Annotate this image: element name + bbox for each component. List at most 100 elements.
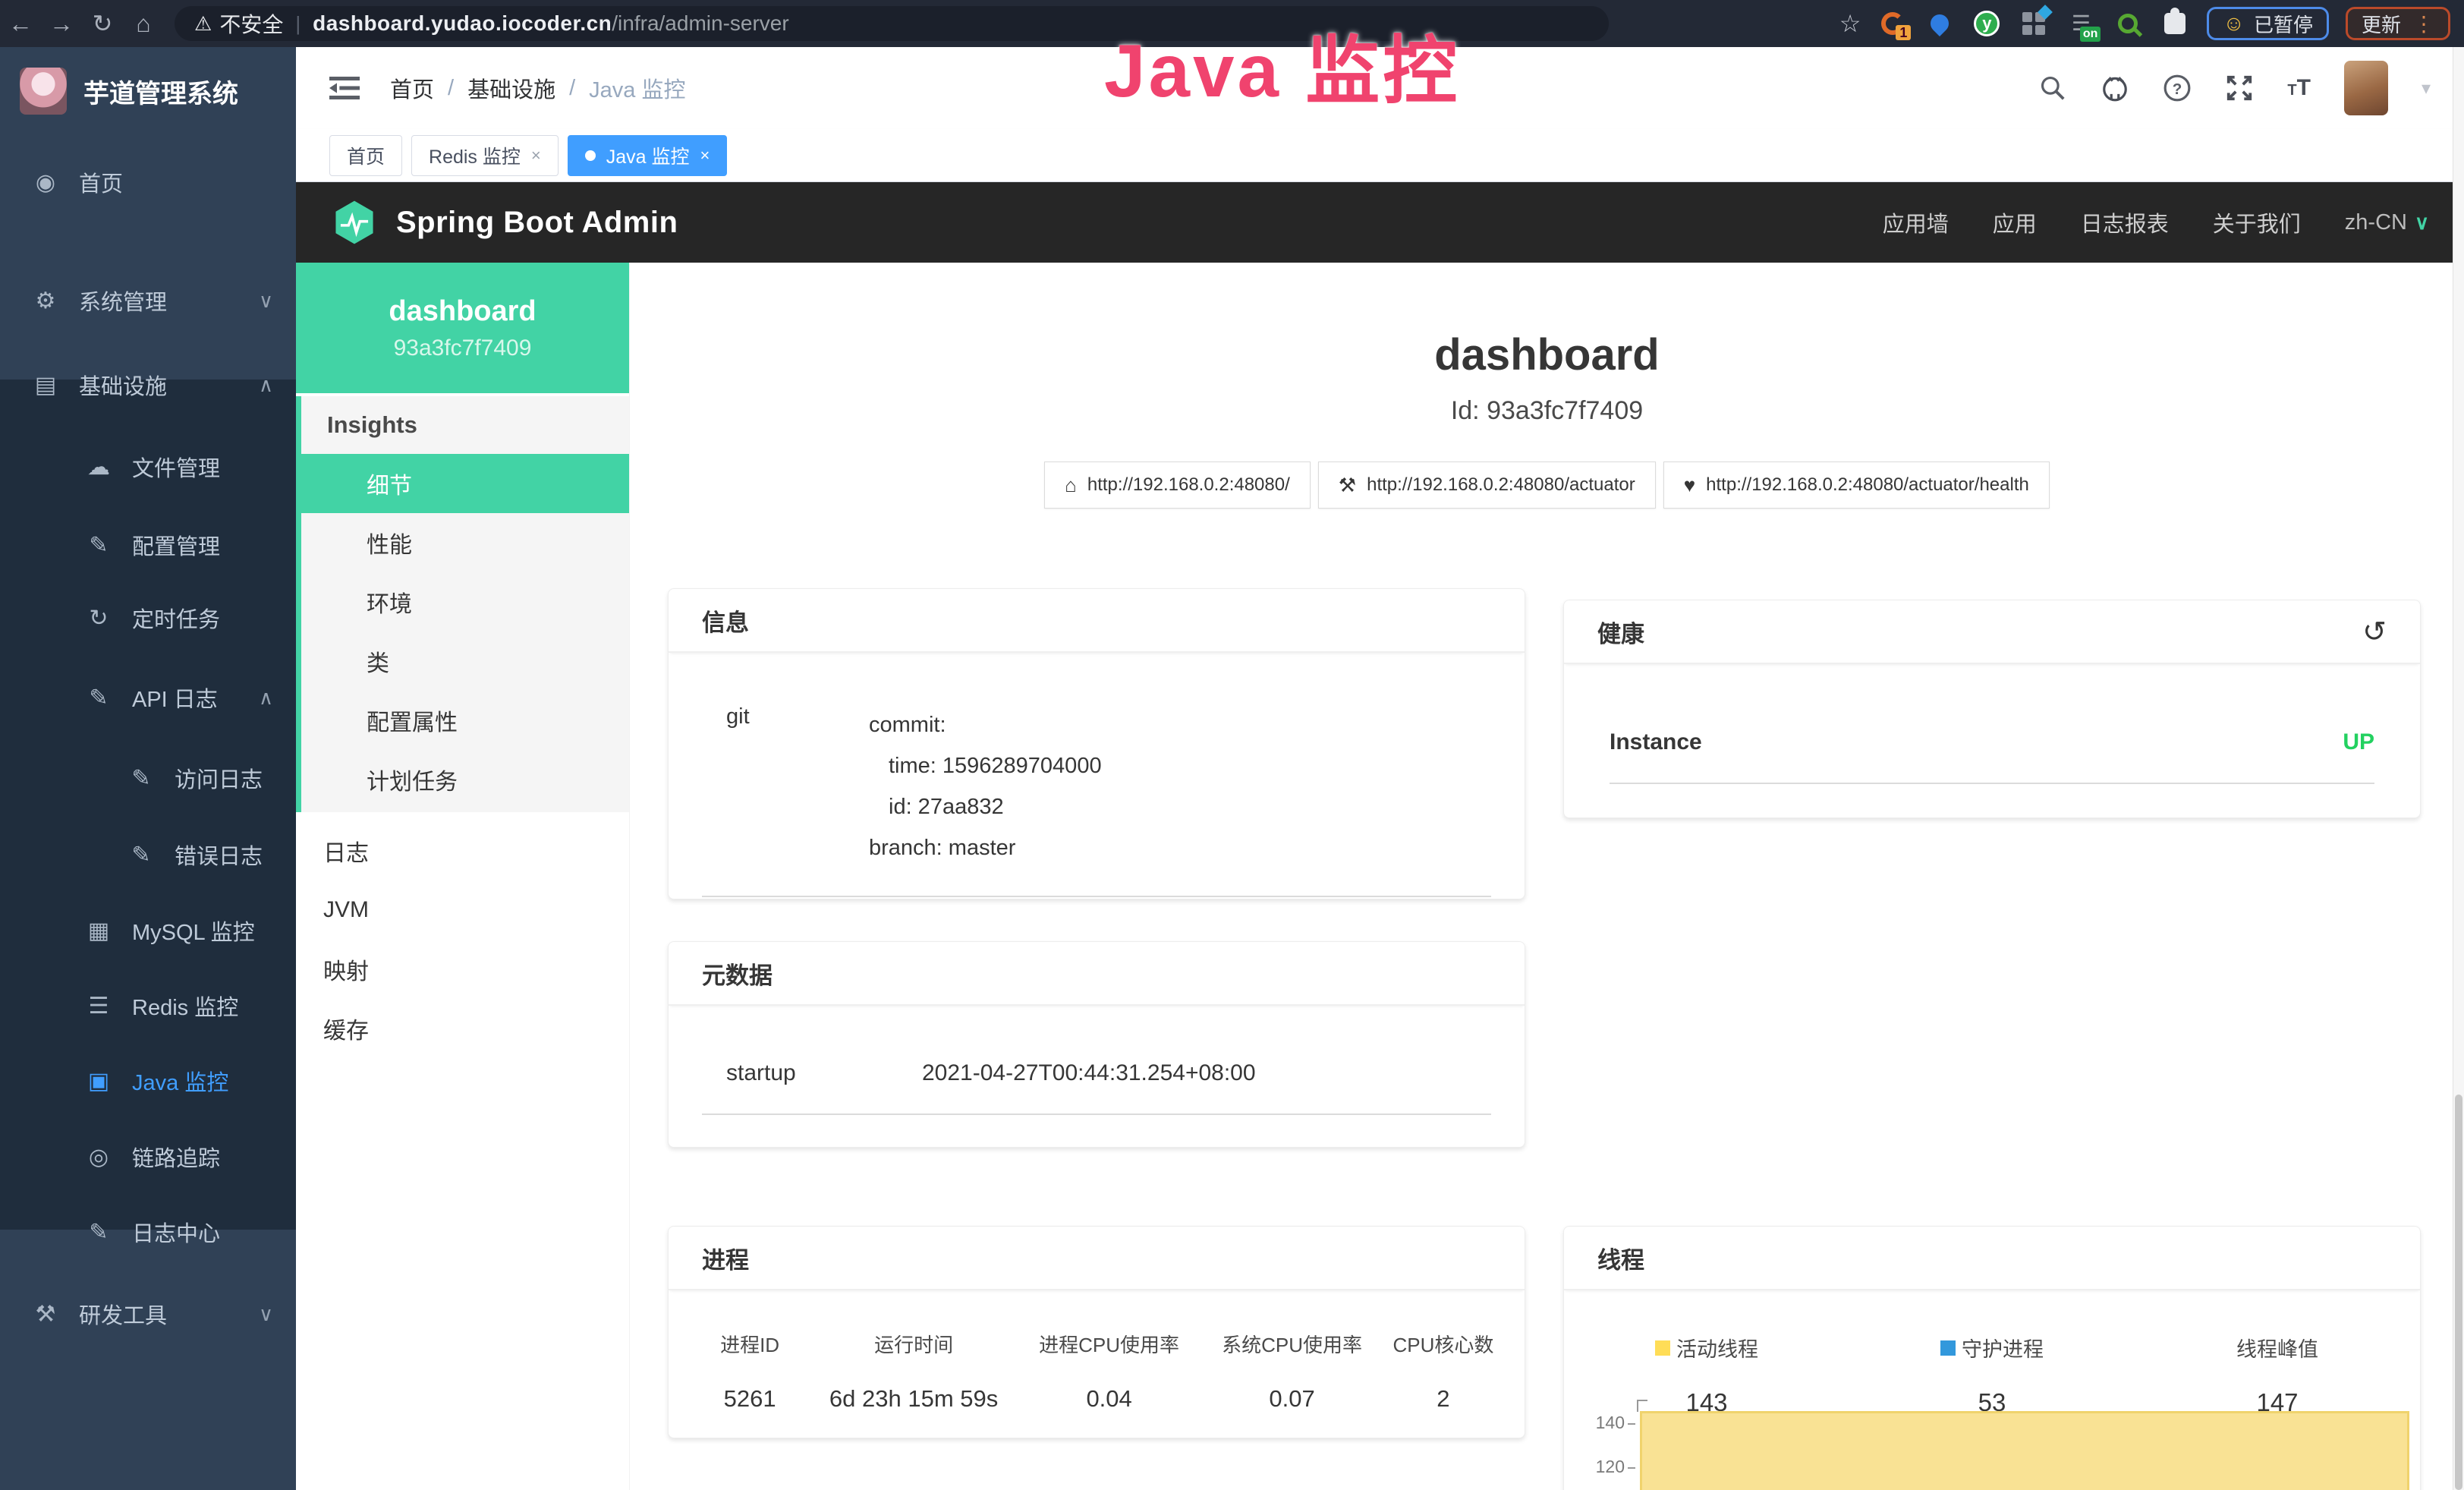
sba-link-journal[interactable]: 日志报表 bbox=[2081, 206, 2169, 238]
info-key: git bbox=[702, 704, 869, 868]
address-bar[interactable]: ⚠ 不安全 | dashboard.yudao.iocoder.cn /infr… bbox=[175, 6, 1609, 41]
tab-home[interactable]: 首页 bbox=[329, 135, 402, 176]
sidebar-item-api-log[interactable]: API 日志 ∧ bbox=[0, 667, 296, 728]
extension-switch-icon[interactable]: ☰ on bbox=[2066, 8, 2096, 39]
sidebar-item-files[interactable]: 文件管理 bbox=[0, 436, 296, 497]
log-icon bbox=[127, 842, 155, 868]
chevron-down-icon: ∨ bbox=[259, 1303, 273, 1326]
home-icon[interactable]: ⌂ bbox=[123, 10, 164, 38]
tab-java-monitor[interactable]: Java 监控 × bbox=[568, 135, 728, 176]
tab-redis-monitor[interactable]: Redis 监控 × bbox=[411, 135, 559, 176]
extension-y-icon[interactable]: y bbox=[1972, 8, 2002, 39]
sba-item-jvm[interactable]: JVM bbox=[296, 880, 629, 940]
sba-item-logs[interactable]: 日志 bbox=[296, 821, 629, 880]
sba-item-classes[interactable]: 类 bbox=[301, 632, 629, 691]
metadata-value: 2021-04-27T00:44:31.254+08:00 bbox=[922, 1060, 1256, 1086]
sidebar-item-mysql[interactable]: MySQL 监控 bbox=[0, 900, 296, 961]
sba-item-metrics[interactable]: 性能 bbox=[301, 513, 629, 572]
edit-icon bbox=[85, 532, 112, 559]
extension-puzzle-icon[interactable] bbox=[2160, 8, 2190, 39]
sidebar-item-system[interactable]: 系统管理 ∨ bbox=[0, 270, 296, 331]
bookmark-star-icon[interactable]: ☆ bbox=[1839, 9, 1861, 38]
service-url-chip[interactable]: ⌂ http://192.168.0.2:48080/ bbox=[1044, 461, 1311, 509]
extension-seo-icon[interactable] bbox=[2113, 8, 2143, 39]
sba-item-details[interactable]: 细节 bbox=[301, 454, 629, 513]
avatar-caret-icon[interactable]: ▾ bbox=[2422, 77, 2431, 99]
metadata-card-title: 元数据 bbox=[669, 942, 1525, 1006]
update-button[interactable]: 更新 ⋮ bbox=[2346, 7, 2450, 40]
extension-colorzilla-icon[interactable]: 1 bbox=[1877, 8, 1908, 39]
help-icon[interactable]: ? bbox=[2163, 74, 2192, 102]
paused-badge[interactable]: ☺ 已暂停 bbox=[2207, 7, 2329, 40]
sidebar-item-config[interactable]: 配置管理 bbox=[0, 515, 296, 575]
home-icon: ⌂ bbox=[1065, 474, 1077, 497]
sidebar-item-infra[interactable]: 基础设施 ∧ bbox=[0, 354, 296, 415]
kebab-menu-icon: ⋮ bbox=[2413, 11, 2434, 36]
sba-link-wallboard[interactable]: 应用墙 bbox=[1883, 206, 1949, 238]
sba-item-mappings[interactable]: 映射 bbox=[296, 940, 629, 999]
database-icon bbox=[85, 918, 112, 944]
ytick-140: 140 bbox=[1572, 1413, 1625, 1433]
instance-header[interactable]: dashboard 93a3fc7f7409 bbox=[296, 263, 629, 393]
threads-area-chart bbox=[1640, 1411, 2409, 1490]
app-main: 首页 / 基础设施 / Java 监控 ? bbox=[296, 47, 2464, 1490]
sidebar-item-error-log[interactable]: 错误日志 bbox=[0, 824, 296, 885]
history-icon[interactable]: ↺ bbox=[2362, 615, 2387, 649]
col-header-system-cpu: 系统CPU使用率 bbox=[1204, 1330, 1380, 1358]
health-url-chip[interactable]: ♥ http://192.168.0.2:48080/actuator/heal… bbox=[1663, 461, 2050, 509]
search-icon[interactable] bbox=[2038, 74, 2067, 102]
chevron-up-icon: ∧ bbox=[259, 373, 273, 397]
sba-link-applications[interactable]: 应用 bbox=[1993, 206, 2037, 238]
actuator-url-chip[interactable]: ⚒ http://192.168.0.2:48080/actuator bbox=[1318, 461, 1656, 509]
sba-link-about[interactable]: 关于我们 bbox=[2213, 206, 2301, 238]
sidebar-item-tracing[interactable]: 链路追踪 bbox=[0, 1126, 296, 1187]
close-icon[interactable]: × bbox=[531, 146, 541, 165]
collapse-menu-icon[interactable] bbox=[329, 75, 360, 101]
emoji-icon: ☺ bbox=[2223, 11, 2245, 36]
log-icon bbox=[85, 1219, 112, 1246]
breadcrumb-home[interactable]: 首页 bbox=[390, 72, 434, 104]
peak-threads-label: 线程峰值 bbox=[2236, 1333, 2318, 1362]
sidebar-item-dev-tools[interactable]: 研发工具 ∨ bbox=[0, 1284, 296, 1344]
extension-pin-icon[interactable] bbox=[1924, 8, 1955, 39]
cloud-upload-icon bbox=[85, 454, 112, 480]
metadata-key: startup bbox=[702, 1060, 922, 1086]
forward-icon[interactable]: → bbox=[41, 10, 82, 38]
sidebar-item-jobs[interactable]: 定时任务 bbox=[0, 587, 296, 648]
threads-legend: 活动线程 143 守护进程 53 线程峰值 147 bbox=[1564, 1290, 2420, 1417]
sba-item-scheduled-tasks[interactable]: 计划任务 bbox=[301, 750, 629, 809]
fullscreen-icon[interactable] bbox=[2225, 74, 2254, 102]
close-icon[interactable]: × bbox=[700, 146, 710, 165]
font-size-icon[interactable]: TT bbox=[2287, 75, 2311, 101]
language-selector[interactable]: zh-CN ∨ bbox=[2345, 210, 2429, 235]
sidebar-item-java-monitor[interactable]: Java 监控 bbox=[0, 1051, 296, 1111]
page: ← → ↻ ⌂ ⚠ 不安全 | dashboard.yudao.iocoder.… bbox=[0, 0, 2464, 1490]
breadcrumb-infra[interactable]: 基础设施 bbox=[467, 72, 555, 104]
monitor-icon bbox=[32, 372, 59, 398]
scrollbar-thumb[interactable] bbox=[2455, 1095, 2462, 1490]
cpu-cores-value: 2 bbox=[1380, 1385, 1506, 1413]
sba-item-environment[interactable]: 环境 bbox=[301, 572, 629, 632]
breadcrumb: 首页 / 基础设施 / Java 监控 bbox=[390, 72, 685, 104]
user-avatar[interactable] bbox=[2344, 61, 2388, 115]
security-warning-icon: ⚠ bbox=[194, 12, 212, 36]
threads-card-title: 线程 bbox=[1564, 1227, 2420, 1290]
page-scrollbar[interactable] bbox=[2453, 47, 2464, 1490]
extension-grid-icon[interactable] bbox=[2019, 8, 2049, 39]
sidebar-item-log-center[interactable]: 日志中心 bbox=[0, 1202, 296, 1262]
sidebar-item-access-log[interactable]: 访问日志 bbox=[0, 748, 296, 808]
instance-id-line: Id: 93a3fc7f7409 bbox=[630, 396, 2464, 426]
sba-brand[interactable]: Spring Boot Admin bbox=[331, 199, 678, 246]
logo-avatar bbox=[20, 68, 67, 115]
sba-item-config-props[interactable]: 配置属性 bbox=[301, 691, 629, 750]
sba-item-caches[interactable]: 缓存 bbox=[296, 999, 629, 1058]
live-threads-label: 活动线程 bbox=[1676, 1333, 1758, 1362]
sidebar-item-redis[interactable]: Redis 监控 bbox=[0, 975, 296, 1036]
reload-icon[interactable]: ↻ bbox=[82, 9, 123, 38]
back-icon[interactable]: ← bbox=[0, 10, 41, 38]
dashboard-icon bbox=[32, 169, 59, 196]
eye-icon bbox=[85, 1144, 112, 1170]
github-icon[interactable] bbox=[2101, 74, 2129, 102]
sidebar-item-home[interactable]: 首页 bbox=[0, 152, 296, 213]
pid-value: 5261 bbox=[687, 1385, 813, 1413]
